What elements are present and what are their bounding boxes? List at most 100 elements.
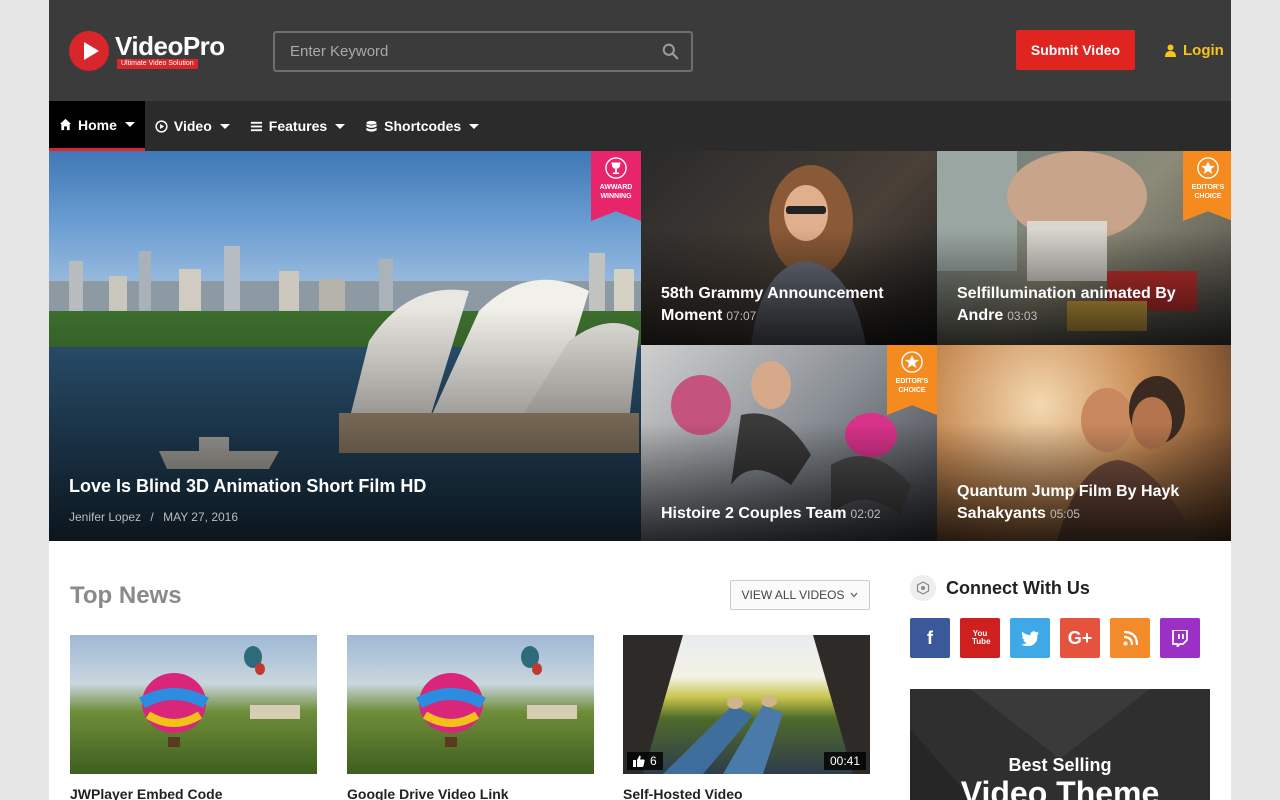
nav-item-home[interactable]: Home [49,101,145,151]
search-icon[interactable] [662,43,679,60]
featured-meta: Jenifer Lopez / MAY 27, 2016 [69,510,238,524]
caret-down-icon [469,123,480,129]
featured-author[interactable]: Jenifer Lopez [69,510,141,524]
likes-count: 6 [650,754,657,768]
badge-label: AWWARD WINNING [599,184,633,200]
award-badge: AWWARD WINNING [591,151,641,221]
tile-title: 58th Grammy Announcement Moment 07:07 [661,283,921,327]
nav-item-video[interactable]: Video [145,101,240,151]
tile-title: Histoire 2 Couples Team 02:02 [661,503,921,525]
video-card[interactable]: 6 00:41 Self-Hosted Video [623,635,870,800]
section-title: Top News [70,582,182,609]
ad-small-text: Best Selling [1008,755,1112,775]
user-icon [1165,44,1176,57]
hero-grid: AWWARD WINNING Love Is Blind 3D Animatio… [49,151,1231,541]
logo-tagline: Ultimate Video Solution [117,59,198,69]
logo-name: VideoPro [115,31,225,61]
nav-item-label: Home [78,116,117,133]
rss-button[interactable] [1110,618,1150,658]
twitch-icon [1172,629,1188,647]
editors-choice-badge: EDITOR'S CHOICE [887,345,937,415]
video-tile[interactable]: EDITOR'S CHOICE Selfillumination animate… [937,151,1231,345]
ad-big-text: Video Theme [960,775,1160,800]
twitter-icon [1021,630,1039,646]
featured-date: MAY 27, 2016 [163,510,239,524]
video-tile[interactable]: Quantum Jump Film By Hayk Sahakyants 05:0… [937,345,1231,541]
youtube-button[interactable]: You Tube [960,618,1000,658]
sidebar-ad-banner[interactable]: Best Selling Video Theme [910,689,1210,800]
header: VideoPro Ultimate Video Solution Submit … [49,0,1231,101]
logo[interactable]: VideoPro Ultimate Video Solution [69,31,239,73]
nav-item-shortcodes[interactable]: Shortcodes [355,101,489,151]
thumbs-up-icon [633,755,645,767]
view-all-label: VIEW ALL VIDEOS [741,588,845,602]
tile-duration: 05:05 [1049,507,1080,521]
main-nav: Home Video Features Shortcodes [49,101,1231,151]
submit-video-button[interactable]: Submit Video [1016,30,1135,70]
list-icon [250,121,262,131]
twitch-button[interactable] [1160,618,1200,658]
search-input[interactable] [275,33,645,70]
twitter-button[interactable] [1010,618,1050,658]
facebook-button[interactable]: f [910,618,950,658]
caret-down-icon [219,123,230,129]
featured-title[interactable]: Love Is Blind 3D Animation Short Film HD [69,475,426,497]
connect-icon [910,575,936,601]
rss-icon [1123,630,1138,645]
meta-separator: / [150,510,154,524]
nav-item-label: Shortcodes [384,118,462,134]
tile-title: Selfillumination animated By Andre 03:03 [957,283,1207,327]
youtube-icon: You Tube [972,629,991,646]
featured-video-tile[interactable]: AWWARD WINNING Love Is Blind 3D Animatio… [49,151,641,541]
nav-item-label: Video [173,118,212,134]
view-all-videos-button[interactable]: VIEW ALL VIDEOS [730,580,870,610]
tile-title-text[interactable]: Histoire 2 Couples Team [661,505,847,522]
nav-item-features[interactable]: Features [240,101,355,151]
star-icon [901,351,923,373]
video-duration: 00:41 [823,752,866,770]
tile-gradient [49,307,641,541]
balloon-image [139,646,300,747]
video-card-title[interactable]: Google Drive Video Link [347,786,594,800]
tile-title-text[interactable]: Selfillumination animated By Andre [957,285,1176,324]
video-tile[interactable]: EDITOR'S CHOICE Histoire 2 Couples Team 0… [641,345,937,541]
editors-choice-badge: EDITOR'S CHOICE [1183,151,1231,221]
google-plus-button[interactable]: G+ [1060,618,1100,658]
caret-down-icon [124,122,135,127]
tile-duration: 02:02 [850,507,881,521]
facebook-icon: f [927,627,933,648]
social-links: f You Tube G+ [910,618,1200,658]
video-card-title[interactable]: Self-Hosted Video [623,786,870,800]
video-tile[interactable]: 58th Grammy Announcement Moment 07:07 [641,151,937,345]
balloon-image [416,646,577,747]
caret-down-icon [335,123,346,129]
video-thumbnail[interactable] [347,635,594,774]
video-card-title[interactable]: JWPlayer Embed Code [70,786,317,800]
login-link[interactable]: Login [1165,40,1224,60]
google-plus-icon: G+ [1067,627,1093,648]
nav-item-label: Features [268,118,328,134]
video-thumbnail[interactable]: 6 00:41 [623,635,870,774]
login-label: Login [1183,41,1224,59]
chevron-down-icon [850,592,858,598]
connect-heading: Connect With Us [910,575,1090,601]
play-circle-icon [155,119,168,133]
site-wrapper: VideoPro Ultimate Video Solution Submit … [49,0,1231,800]
star-icon [1197,157,1219,179]
trophy-icon [605,157,627,179]
tile-duration: 03:03 [1007,309,1038,323]
database-icon [366,120,377,132]
logo-play-icon [69,31,109,71]
tile-title-text[interactable]: 58th Grammy Announcement Moment [661,285,884,324]
video-card[interactable]: Google Drive Video Link [347,635,594,800]
video-card[interactable]: JWPlayer Embed Code [70,635,317,800]
badge-label: EDITOR'S CHOICE [895,378,929,394]
likes-badge: 6 [627,752,663,770]
connect-title: Connect With Us [946,577,1090,598]
video-thumbnail[interactable] [70,635,317,774]
tile-title: Quantum Jump Film By Hayk Sahakyants 05:0… [957,481,1207,525]
badge-label: EDITOR'S CHOICE [1191,184,1225,200]
search-box [273,31,693,72]
tile-duration: 07:07 [726,309,757,323]
home-icon [59,118,72,131]
